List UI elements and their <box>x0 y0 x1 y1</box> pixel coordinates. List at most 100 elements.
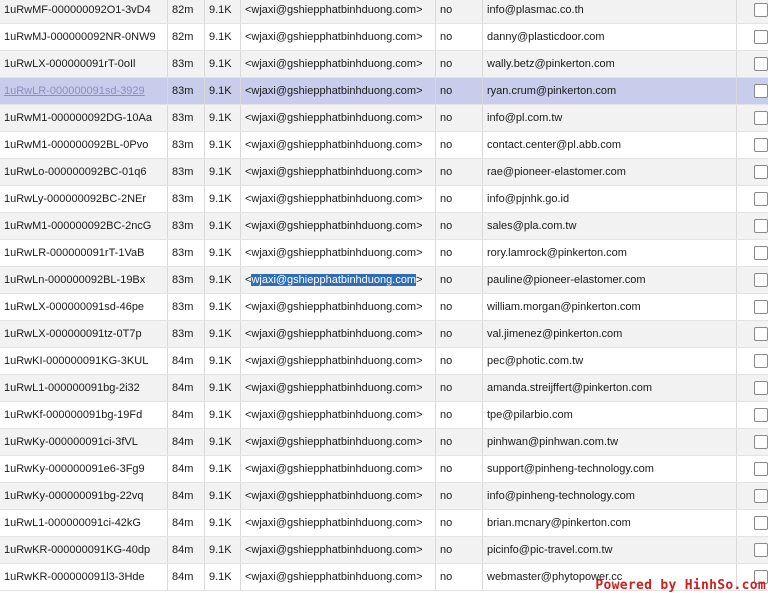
message-size: 9.1K <box>204 401 241 429</box>
row-checkbox[interactable] <box>754 57 768 71</box>
message-id[interactable]: 1uRwLo-000000092BC-01q6 <box>0 158 168 186</box>
message-size: 9.1K <box>204 536 241 564</box>
message-size: 9.1K <box>204 158 241 186</box>
row-select-cell <box>736 185 768 213</box>
message-id[interactable]: 1uRwKR-000000091KG-40dp <box>0 536 168 564</box>
selected-text-highlight[interactable]: wjaxi@gshiepphatbinhduong.com <box>251 274 417 286</box>
frozen-flag: no <box>435 509 483 537</box>
table-row[interactable]: 1uRwL1-000000091ci-42kG 84m 9.1K <wjaxi@… <box>0 509 768 537</box>
table-row[interactable]: 1uRwLy-000000092BC-2NEr 83m 9.1K <wjaxi@… <box>0 185 768 213</box>
message-id[interactable]: 1uRwM1-000000092BC-2ncG <box>0 212 168 240</box>
message-id[interactable]: 1uRwKy-000000091ci-3fVL <box>0 428 168 456</box>
row-checkbox[interactable] <box>754 246 768 260</box>
sender-address: <wjaxi@gshiepphatbinhduong.com> <box>240 509 436 537</box>
row-checkbox[interactable] <box>754 30 768 44</box>
recipient-address: sales@pla.com.tw <box>482 212 737 240</box>
table-row[interactable]: 1uRwLo-000000092BC-01q6 83m 9.1K <wjaxi@… <box>0 158 768 186</box>
message-age: 82m <box>167 0 205 24</box>
message-id[interactable]: 1uRwLX-000000091sd-46pe <box>0 293 168 321</box>
table-row[interactable]: 1uRwLX-000000091sd-46pe 83m 9.1K <wjaxi@… <box>0 293 768 321</box>
table-row[interactable]: 1uRwM1-000000092DG-10Aa 83m 9.1K <wjaxi@… <box>0 104 768 132</box>
table-row[interactable]: 1uRwKy-000000091ci-3fVL 84m 9.1K <wjaxi@… <box>0 428 768 456</box>
row-checkbox[interactable] <box>754 111 768 125</box>
frozen-flag: no <box>435 131 483 159</box>
message-id[interactable]: 1uRwKf-000000091bg-19Fd <box>0 401 168 429</box>
message-age: 83m <box>167 212 205 240</box>
message-id[interactable]: 1uRwKy-000000091e6-3Fg9 <box>0 455 168 483</box>
row-checkbox[interactable] <box>754 435 768 449</box>
recipient-address: info@plasmac.co.th <box>482 0 737 24</box>
message-id[interactable]: 1uRwKI-000000091KG-3KUL <box>0 347 168 375</box>
message-id[interactable]: 1uRwM1-000000092DG-10Aa <box>0 104 168 132</box>
row-select-cell <box>736 23 768 51</box>
table-row[interactable]: 1uRwMF-000000092O1-3vD4 82m 9.1K <wjaxi@… <box>0 0 768 24</box>
message-id[interactable]: 1uRwM1-000000092BL-0Pvo <box>0 131 168 159</box>
recipient-address: info@pjnhk.go.id <box>482 185 737 213</box>
table-row[interactable]: 1uRwLX-000000091tz-0T7p 83m 9.1K <wjaxi@… <box>0 320 768 348</box>
row-checkbox[interactable] <box>754 327 768 341</box>
row-checkbox[interactable] <box>754 408 768 422</box>
message-id[interactable]: 1uRwL1-000000091bg-2i32 <box>0 374 168 402</box>
table-row[interactable]: 1uRwKy-000000091bg-22vq 84m 9.1K <wjaxi@… <box>0 482 768 510</box>
row-checkbox[interactable] <box>754 165 768 179</box>
message-size: 9.1K <box>204 482 241 510</box>
message-id[interactable]: 1uRwLy-000000092BC-2NEr <box>0 185 168 213</box>
table-row[interactable]: 1uRwM1-000000092BL-0Pvo 83m 9.1K <wjaxi@… <box>0 131 768 159</box>
message-size: 9.1K <box>204 563 241 591</box>
recipient-address: pauline@pioneer-elastomer.com <box>482 266 737 294</box>
row-checkbox[interactable] <box>754 219 768 233</box>
message-id-link[interactable]: 1uRwLR-000000091sd-3929 <box>4 85 145 97</box>
row-checkbox[interactable] <box>754 84 768 98</box>
table-row[interactable]: 1uRwLX-000000091rT-0oIl 83m 9.1K <wjaxi@… <box>0 50 768 78</box>
row-select-cell <box>736 320 768 348</box>
table-row[interactable]: 1uRwLn-000000092BL-19Bx 83m 9.1K <wjaxi@… <box>0 266 768 294</box>
sender-address: <wjaxi@gshiepphatbinhduong.com> <box>240 563 436 591</box>
message-id[interactable]: 1uRwKR-000000091l3-3Hde <box>0 563 168 591</box>
frozen-flag: no <box>435 0 483 24</box>
table-row[interactable]: 1uRwKR-000000091KG-40dp 84m 9.1K <wjaxi@… <box>0 536 768 564</box>
message-id[interactable]: 1uRwLR-000000091rT-1VaB <box>0 239 168 267</box>
table-row[interactable]: 1uRwKf-000000091bg-19Fd 84m 9.1K <wjaxi@… <box>0 401 768 429</box>
message-id[interactable]: 1uRwLX-000000091tz-0T7p <box>0 320 168 348</box>
message-id[interactable]: 1uRwMJ-000000092NR-0NW9 <box>0 23 168 51</box>
row-checkbox[interactable] <box>754 516 768 530</box>
message-age: 82m <box>167 23 205 51</box>
row-checkbox[interactable] <box>754 354 768 368</box>
message-age: 84m <box>167 374 205 402</box>
recipient-address: tpe@pilarbio.com <box>482 401 737 429</box>
row-checkbox[interactable] <box>754 381 768 395</box>
message-id[interactable]: 1uRwKy-000000091bg-22vq <box>0 482 168 510</box>
message-age: 83m <box>167 158 205 186</box>
message-id[interactable]: 1uRwLn-000000092BL-19Bx <box>0 266 168 294</box>
recipient-address: amanda.streijffert@pinkerton.com <box>482 374 737 402</box>
message-size: 9.1K <box>204 239 241 267</box>
table-row[interactable]: 1uRwL1-000000091bg-2i32 84m 9.1K <wjaxi@… <box>0 374 768 402</box>
message-age: 83m <box>167 50 205 78</box>
table-row[interactable]: 1uRwMJ-000000092NR-0NW9 82m 9.1K <wjaxi@… <box>0 23 768 51</box>
row-checkbox[interactable] <box>754 489 768 503</box>
message-id[interactable]: 1uRwLX-000000091rT-0oIl <box>0 50 168 78</box>
row-checkbox[interactable] <box>754 543 768 557</box>
table-row[interactable]: 1uRwKI-000000091KG-3KUL 84m 9.1K <wjaxi@… <box>0 347 768 375</box>
message-age: 84m <box>167 563 205 591</box>
row-checkbox[interactable] <box>754 3 768 17</box>
message-age: 83m <box>167 131 205 159</box>
row-checkbox[interactable] <box>754 192 768 206</box>
message-id[interactable]: 1uRwL1-000000091ci-42kG <box>0 509 168 537</box>
row-checkbox[interactable] <box>754 138 768 152</box>
row-select-cell <box>736 50 768 78</box>
row-checkbox[interactable] <box>754 462 768 476</box>
message-size: 9.1K <box>204 212 241 240</box>
row-select-cell <box>736 536 768 564</box>
table-row[interactable]: 1uRwM1-000000092BC-2ncG 83m 9.1K <wjaxi@… <box>0 212 768 240</box>
row-checkbox[interactable] <box>754 300 768 314</box>
row-checkbox[interactable] <box>754 273 768 287</box>
message-id[interactable]: 1uRwMF-000000092O1-3vD4 <box>0 0 168 24</box>
message-age: 83m <box>167 293 205 321</box>
table-row-selected[interactable]: 1uRwLR-000000091sd-3929 83m 9.1K <wjaxi@… <box>0 77 768 105</box>
sender-address: <wjaxi@gshiepphatbinhduong.com> <box>240 131 436 159</box>
table-row[interactable]: 1uRwKy-000000091e6-3Fg9 84m 9.1K <wjaxi@… <box>0 455 768 483</box>
sender-address: <wjaxi@gshiepphatbinhduong.com> <box>240 401 436 429</box>
table-row[interactable]: 1uRwLR-000000091rT-1VaB 83m 9.1K <wjaxi@… <box>0 239 768 267</box>
message-age: 83m <box>167 185 205 213</box>
